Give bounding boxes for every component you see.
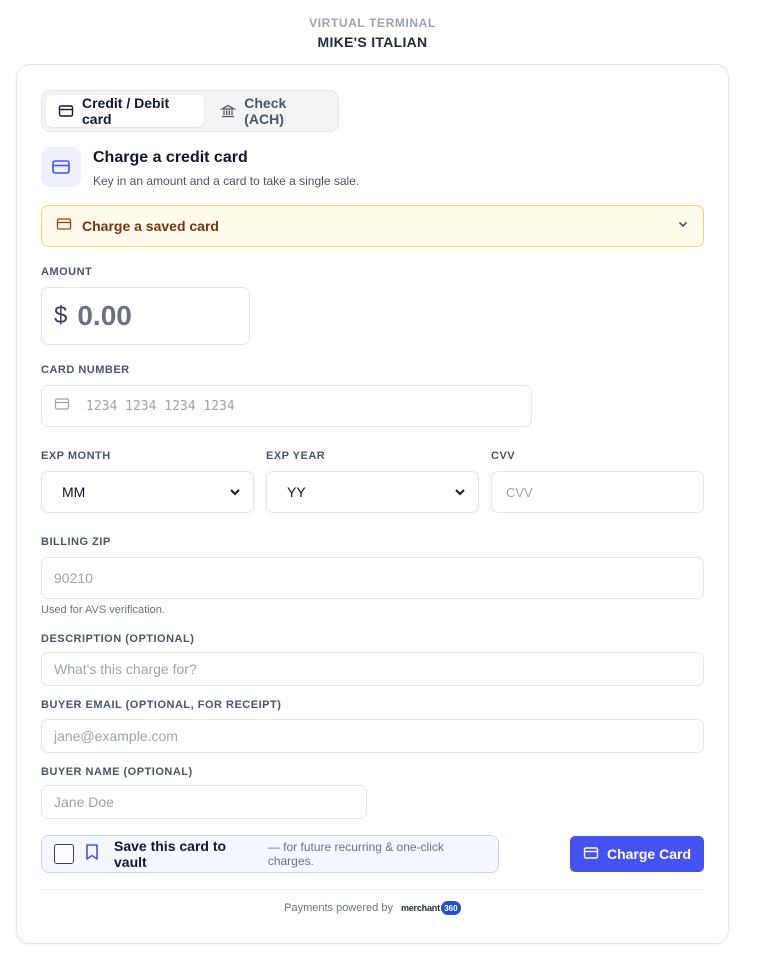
exp-month-label: EXP MONTH (41, 450, 111, 462)
page-header: VIRTUAL TERMINAL MIKE'S ITALIAN (0, 16, 745, 50)
footer-text: Payments powered by (284, 902, 393, 914)
currency-symbol: $ (54, 302, 68, 329)
buyer-name-field (41, 785, 367, 819)
description-field (41, 652, 704, 686)
description-label: DESCRIPTION (OPTIONAL) (41, 633, 195, 645)
amount-field: $ (41, 287, 250, 345)
billing-zip-field (41, 557, 704, 599)
card-number-field (41, 385, 532, 427)
footer-divider (41, 889, 704, 890)
amount-label: AMOUNT (41, 266, 93, 278)
terminal-card: Credit / Debit card Check (ACH) Charge a… (16, 64, 729, 944)
charge-card-label: Charge Card (606, 846, 692, 862)
amount-input[interactable] (75, 288, 237, 344)
credit-card-icon (58, 103, 74, 119)
exp-year-select[interactable]: YY (277, 472, 468, 512)
credit-card-icon (41, 147, 81, 187)
tab-label: Check (ACH) (244, 95, 287, 127)
save-to-vault-label: Save this card to vault (114, 838, 227, 870)
payment-method-tabs: Credit / Debit card Check (ACH) (41, 90, 339, 132)
page-eyebrow: VIRTUAL TERMINAL (309, 16, 436, 30)
credit-card-icon (56, 216, 72, 237)
card-number-input[interactable] (84, 386, 519, 426)
cvv-input[interactable] (504, 472, 691, 512)
exp-year-label: EXP YEAR (266, 450, 326, 462)
merchant-name: MIKE'S ITALIAN (317, 34, 428, 50)
tab-check-ach[interactable]: Check (ACH) (208, 95, 334, 127)
billing-zip-helper: Used for AVS verification. (41, 604, 165, 616)
page-subtitle: Key in an amount and a card to take a si… (93, 174, 360, 188)
save-to-vault-checkbox[interactable] (54, 844, 74, 864)
save-to-vault-option: Save this card to vault — for future rec… (41, 835, 499, 873)
bookmark-icon (84, 843, 100, 866)
exp-month-field: MM (41, 471, 254, 513)
tab-credit-debit-card[interactable]: Credit / Debit card (46, 95, 205, 127)
save-to-vault-note: — for future recurring & one-click charg… (267, 840, 444, 868)
footer: Payments powered by merchant 360 (41, 901, 704, 915)
exp-month-select[interactable]: MM (52, 472, 243, 512)
buyer-email-input[interactable] (52, 720, 693, 752)
saved-card-dropdown[interactable]: Charge a saved card (41, 205, 704, 247)
buyer-email-field (41, 719, 704, 753)
saved-card-label: Charge a saved card (82, 218, 219, 234)
cvv-field (491, 471, 704, 513)
logo-badge: 360 (440, 901, 461, 915)
tab-label: Credit / Debit card (82, 95, 170, 127)
credit-card-icon (583, 845, 599, 864)
exp-year-field: YY (266, 471, 479, 513)
bank-icon (220, 103, 237, 119)
credit-card-icon (54, 396, 70, 417)
cvv-label: CVV (491, 450, 516, 462)
charge-card-button[interactable]: Charge Card (570, 836, 704, 872)
description-input[interactable] (52, 653, 693, 685)
billing-zip-label: BILLING ZIP (41, 536, 111, 548)
logo-word: merchant (400, 903, 440, 913)
page-title: Charge a credit card (93, 149, 248, 166)
merchant360-logo: merchant 360 (401, 901, 461, 915)
card-number-label: CARD NUMBER (41, 364, 130, 376)
buyer-name-input[interactable] (52, 786, 356, 818)
buyer-email-label: BUYER EMAIL (OPTIONAL, FOR RECEIPT) (41, 699, 282, 711)
buyer-name-label: BUYER NAME (OPTIONAL) (41, 766, 193, 778)
chevron-down-icon (677, 217, 689, 235)
billing-zip-input[interactable] (52, 558, 693, 598)
